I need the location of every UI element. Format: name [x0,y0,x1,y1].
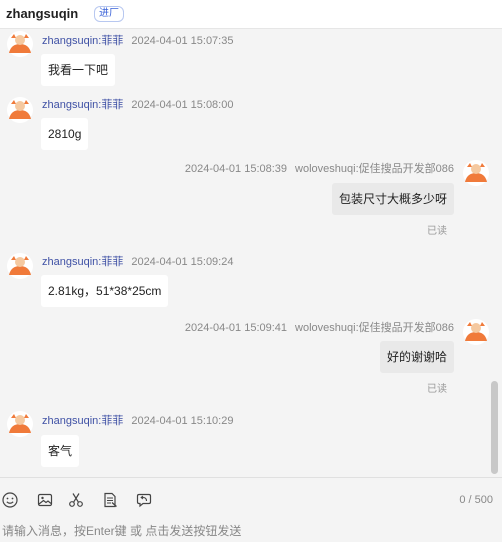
message-time: 2024-04-01 15:07:35 [131,35,234,47]
message-bubble: 我看一下吧 [41,54,116,86]
avatar-icon[interactable] [463,160,489,186]
message-time: 2024-04-01 15:09:24 [131,256,234,268]
message-username[interactable]: zhangsuqin:菲菲 [42,415,123,427]
message-username[interactable]: zhangsuqin:菲菲 [42,35,123,47]
message-username[interactable]: zhangsuqin:菲菲 [42,99,123,111]
message-username[interactable]: zhangsuqin:菲菲 [42,256,123,268]
contact-name: zhangsuqin [6,6,79,21]
message-list[interactable]: zhangsuqin:菲菲 2024-04-01 15:07:35 我看一下吧 z… [0,29,502,476]
message-meta: zhangsuqin:菲菲 2024-04-01 15:09:24 [42,253,233,269]
input-toolbar: 0 / 500 [0,477,502,520]
emoji-icon[interactable] [2,492,18,508]
message-time: 2024-04-01 15:08:00 [131,99,234,111]
message-sender: woloveshuqi:促佳搜品开发部086 [295,163,454,175]
message-sender: woloveshuqi:促佳搜品开发部086 [295,322,454,334]
status-badge[interactable]: 进厂 [94,6,124,22]
scrollbar-thumb[interactable] [491,381,498,474]
message-time: 2024-04-01 15:10:29 [131,415,234,427]
message-bubble: 2810g [41,118,89,150]
message-input[interactable] [0,519,502,542]
document-icon[interactable] [102,492,118,508]
avatar-icon[interactable] [7,97,33,123]
char-counter: 0 / 500 [459,494,493,506]
message-bubble: 好的谢谢哈 [379,341,454,373]
message-bubble: 包装尺寸大概多少呀 [331,183,454,215]
message-meta: zhangsuqin:菲菲 2024-04-01 15:10:29 [42,412,233,428]
avatar-icon[interactable] [463,319,489,345]
read-status: 已读 [427,384,447,395]
chat-header: zhangsuqin 进厂 [0,0,502,29]
message-meta: 2024-04-01 15:09:41 woloveshuqi:促佳搜品开发部08… [185,319,454,335]
scissors-icon[interactable] [68,492,84,508]
avatar-icon[interactable] [7,253,33,279]
message-bubble: 客气 [41,435,80,467]
message-meta: 2024-04-01 15:08:39 woloveshuqi:促佳搜品开发部08… [185,160,454,176]
image-icon[interactable] [37,492,53,508]
message-meta: zhangsuqin:菲菲 2024-04-01 15:07:35 [42,32,233,48]
avatar-icon[interactable] [7,31,33,57]
message-time: 2024-04-01 15:08:39 [184,163,288,175]
read-status: 已读 [427,226,447,237]
message-meta: zhangsuqin:菲菲 2024-04-01 15:08:00 [42,96,233,112]
message-time: 2024-04-01 15:09:41 [184,322,288,334]
recall-icon[interactable] [136,492,152,508]
message-bubble: 2.81kg，51*38*25cm [41,275,169,307]
avatar-icon[interactable] [7,411,33,437]
